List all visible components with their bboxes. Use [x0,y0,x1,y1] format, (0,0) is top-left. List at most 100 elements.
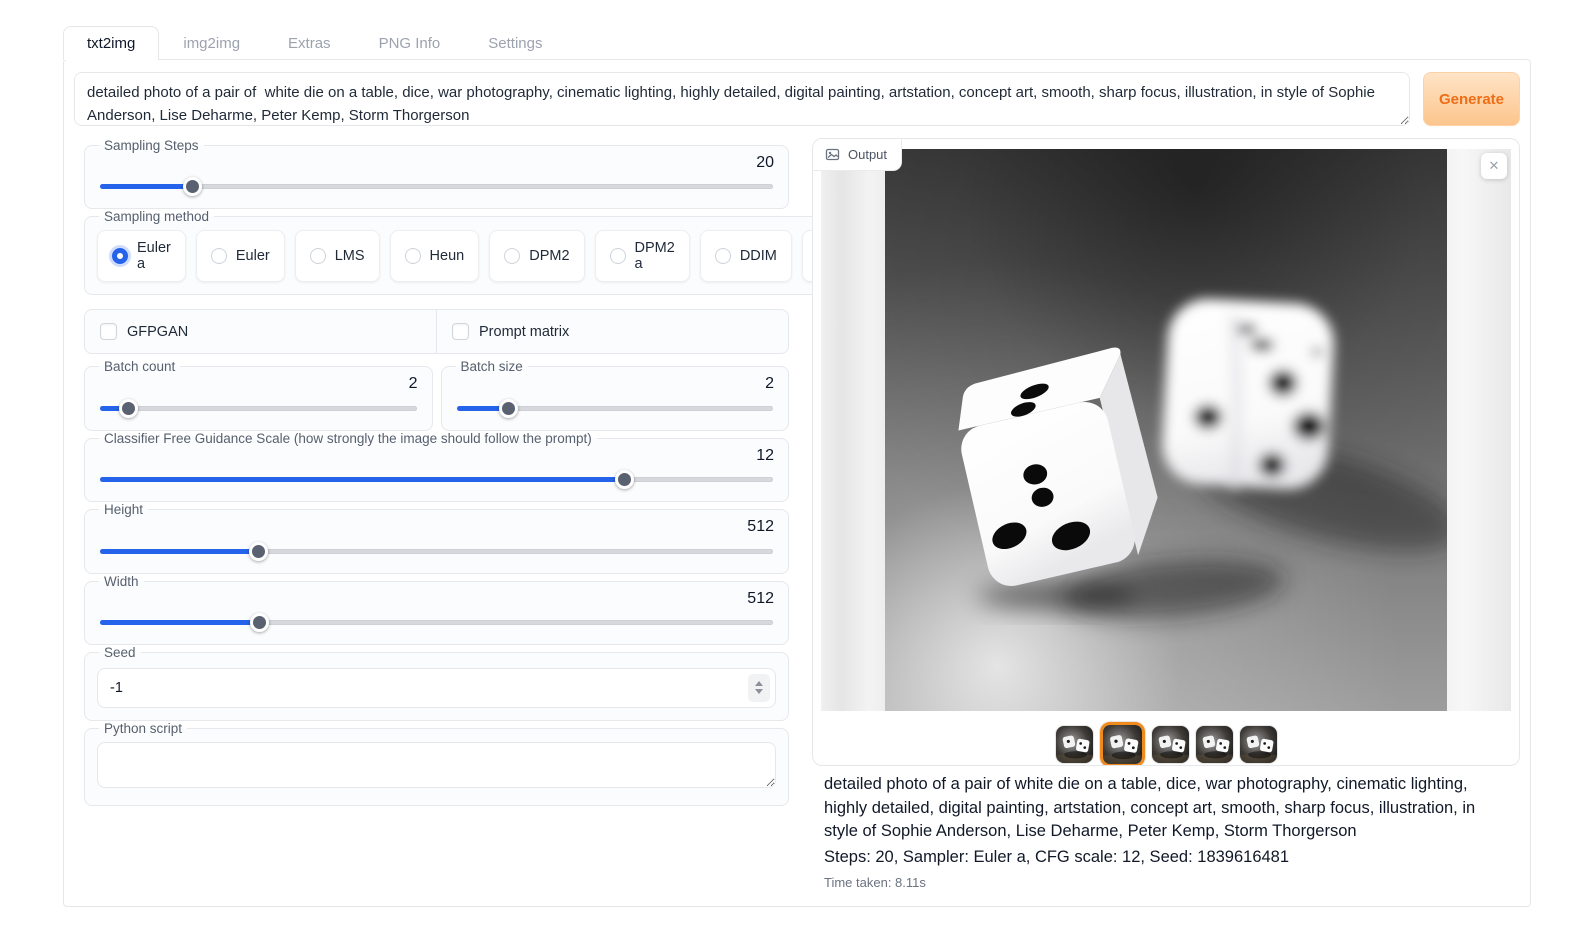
output-gallery [813,721,1519,766]
batch-count-label: Batch count [99,359,180,374]
sampling-steps-slider[interactable] [100,177,773,196]
batch-size-value: 2 [454,375,775,393]
output-caption: detailed photo of a pair of white die on… [812,766,1520,890]
gallery-thumbnail-4[interactable] [1196,726,1233,763]
width-slider[interactable] [100,613,773,632]
caption-parameters: Steps: 20, Sampler: Euler a, CFG scale: … [824,846,1508,870]
sampling-method-group: Sampling method Euler a Euler LMS Heun DPM2 D… [84,209,909,295]
prompt-input[interactable]: detailed photo of a pair of white die on… [74,72,1410,126]
python-script-input[interactable] [97,742,776,788]
tab-txt2img[interactable]: txt2img [63,26,159,60]
gallery-thumbnail-3[interactable] [1152,726,1189,763]
sampling-method-label: Sampling method [99,209,214,224]
generated-dice-image [885,149,1447,711]
radio-circle[interactable] [310,248,326,264]
sampling-steps-group: Sampling Steps 20 [84,138,789,209]
slider-knob[interactable] [250,613,269,632]
height-slider[interactable] [100,542,773,561]
slider-knob[interactable] [249,542,268,561]
gfpgan-option[interactable]: GFPGAN [85,310,436,353]
radio-option-ddim[interactable]: DDIM [700,230,792,282]
radio-option-dpm2[interactable]: DPM2 [489,230,584,282]
thumbnail-dice-image [1240,726,1277,763]
tab-img2img[interactable]: img2img [159,26,264,60]
gallery-thumbnail-5[interactable] [1240,726,1277,763]
radio-circle[interactable] [405,248,421,264]
radio-label: DPM2 a [635,240,675,272]
gallery-thumbnail-1[interactable] [1056,726,1093,763]
height-group: Height 512 [84,502,789,573]
prompt-matrix-label: Prompt matrix [479,324,569,340]
output-tab-label: Output [848,147,887,162]
thumbnail-dice-image [1103,725,1142,764]
slider-knob[interactable] [183,177,202,196]
height-label: Height [99,502,148,517]
tab-png-info[interactable]: PNG Info [355,26,465,60]
output-tab: Output [813,139,902,171]
batch-count-slider[interactable] [100,399,417,418]
slider-knob[interactable] [615,470,634,489]
radio-option-dpm2-a[interactable]: DPM2 a [595,230,690,282]
radio-option-euler[interactable]: Euler [196,230,285,282]
radio-label: Euler [236,248,270,264]
radio-circle[interactable] [504,248,520,264]
prompt-matrix-option[interactable]: Prompt matrix [436,310,788,353]
seed-stepper[interactable] [748,674,770,702]
radio-label: Heun [430,248,465,264]
batch-size-group: Batch size 2 [441,359,790,430]
radio-option-euler-a[interactable]: Euler a [97,230,186,282]
thumbnail-dice-image [1152,726,1189,763]
batch-size-label: Batch size [456,359,528,374]
cfg-scale-group: Classifier Free Guidance Scale (how stro… [84,431,789,502]
seed-group: Seed [84,645,789,721]
close-icon[interactable]: ✕ [1481,153,1507,179]
radio-label: Euler a [137,240,171,272]
txt2img-panel: detailed photo of a pair of white die on… [63,59,1531,907]
cfg-scale-label: Classifier Free Guidance Scale (how stro… [99,431,597,446]
python-script-group: Python script [84,721,789,806]
radio-option-lms[interactable]: LMS [295,230,380,282]
slider-knob[interactable] [499,399,518,418]
thumbnail-dice-image [1196,726,1233,763]
generate-button[interactable]: Generate [1423,72,1520,126]
seed-input[interactable] [97,668,776,708]
radio-circle[interactable] [715,248,731,264]
cfg-scale-slider[interactable] [100,470,773,489]
thumbnail-dice-image [1056,726,1093,763]
radio-label: LMS [335,248,365,264]
options-row: GFPGAN Prompt matrix [84,309,789,354]
radio-label: DDIM [740,248,777,264]
cfg-scale-value: 12 [97,447,774,465]
output-panel: Output ✕ [812,138,1520,766]
seed-label: Seed [99,645,141,660]
gallery-thumbnail-2[interactable] [1100,722,1145,767]
width-group: Width 512 [84,574,789,645]
tab-bar: txt2imgimg2imgExtrasPNG InfoSettings [63,22,1531,59]
sampling-steps-label: Sampling Steps [99,138,204,153]
tab-settings[interactable]: Settings [464,26,566,60]
python-script-label: Python script [99,721,187,736]
height-value: 512 [97,518,774,536]
prompt-row: detailed photo of a pair of white die on… [74,72,1520,126]
radio-label: DPM2 [529,248,569,264]
radio-circle[interactable] [610,248,626,264]
caption-time-taken: Time taken: 8.11s [824,875,1508,890]
output-image-strip [821,149,1511,711]
batch-row: Batch count 2 Batch size 2 [84,359,789,430]
slider-knob[interactable] [119,399,138,418]
picture-icon [825,147,840,162]
batch-size-slider[interactable] [457,399,774,418]
radio-circle[interactable] [211,248,227,264]
settings-column: Sampling Steps 20 Sampling method Euler … [84,138,789,890]
output-column: Output ✕ [812,138,1520,890]
batch-count-value: 2 [97,375,418,393]
radio-option-heun[interactable]: Heun [390,230,480,282]
gfpgan-checkbox[interactable] [100,323,117,340]
sampling-method-options: Euler aEulerLMSHeunDPM2DPM2 aDDIMPLMS [97,230,896,282]
width-label: Width [99,574,144,589]
prompt-matrix-checkbox[interactable] [452,323,469,340]
width-value: 512 [97,590,774,608]
radio-circle[interactable] [112,248,128,264]
batch-count-group: Batch count 2 [84,359,433,430]
tab-extras[interactable]: Extras [264,26,355,60]
